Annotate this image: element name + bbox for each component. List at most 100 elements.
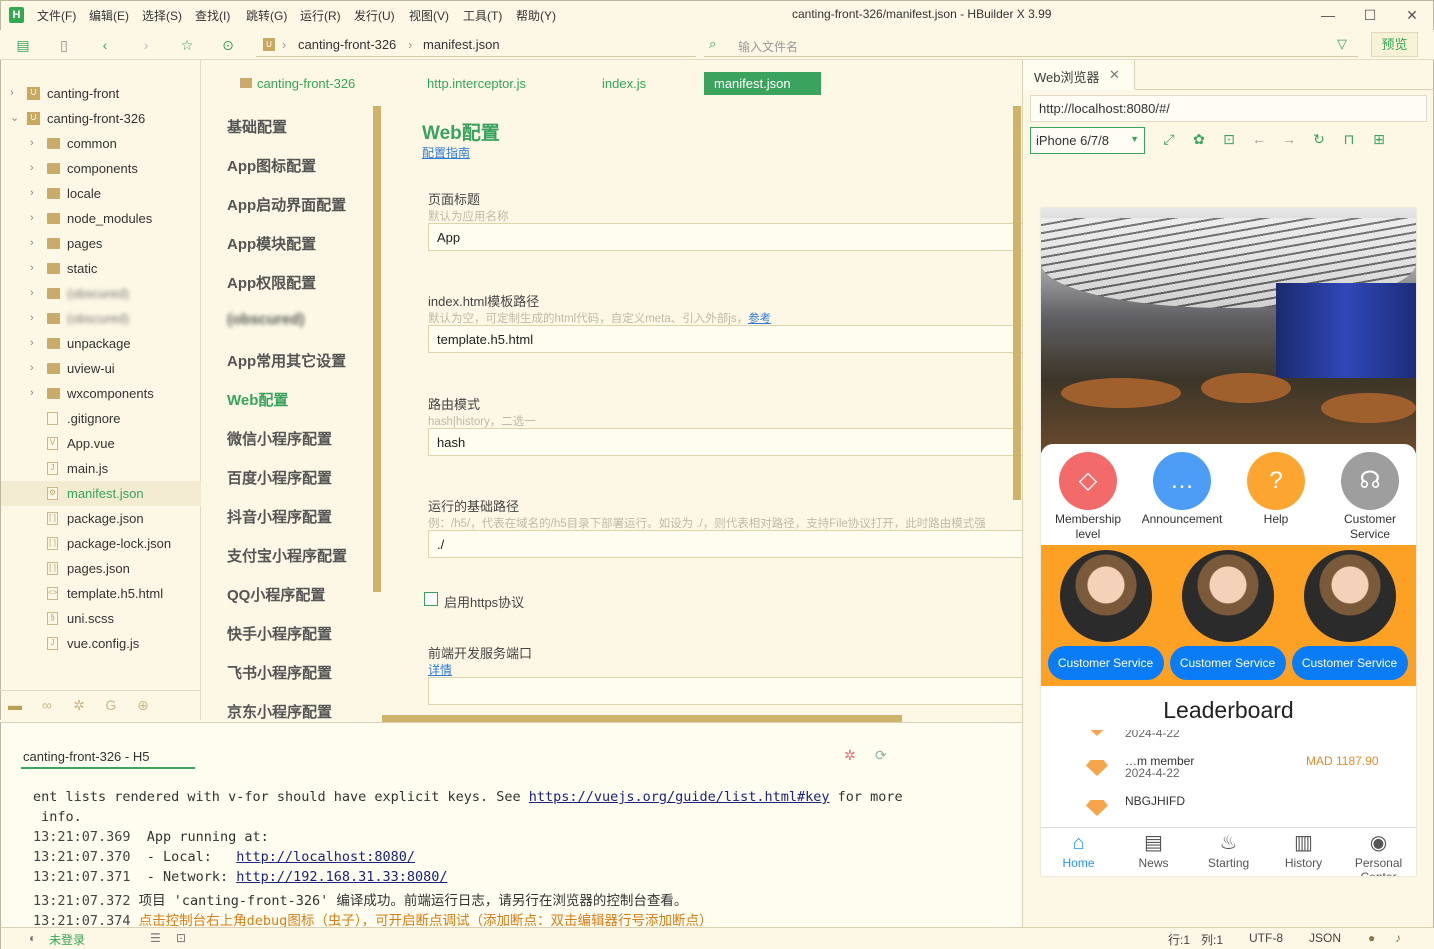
customer-service-button[interactable]: Customer Service (1291, 646, 1408, 680)
tree-item[interactable]: § uni.scss (1, 606, 201, 631)
quick-action-announcement[interactable]: … Announcement (1135, 452, 1229, 527)
forward-icon[interactable]: › (137, 36, 155, 54)
tab-http-interceptor[interactable]: http.interceptor.js (417, 72, 536, 95)
leaderboard-row[interactable]: NBGJHIFD (1041, 788, 1416, 827)
run-icon[interactable]: ⊙ (219, 36, 237, 54)
tree-item[interactable]: › pages (1, 231, 201, 256)
debug-bug-icon[interactable]: ✲ (844, 747, 856, 764)
tab-index-js[interactable]: index.js (592, 72, 656, 95)
config-nav-item[interactable]: 支付宝小程序配置 (227, 545, 347, 566)
browser-url-input[interactable]: http://localhost:8080/#/ (1030, 95, 1427, 122)
tree-item[interactable]: Jvue.config.js (1, 631, 201, 656)
tree-item[interactable]: .gitignore (1, 406, 201, 431)
encoding[interactable]: UTF-8 (1249, 931, 1283, 945)
breadcrumb-file[interactable]: manifest.json (423, 37, 500, 52)
console-link[interactable]: https://vuejs.org/guide/list.html#key (529, 789, 830, 805)
tab-news[interactable]: ▤ News (1116, 830, 1191, 870)
tab-project-folder[interactable]: canting-front-326 (230, 72, 365, 95)
quick-action-help[interactable]: ? Help (1229, 452, 1323, 527)
leaderboard-row[interactable]: …m member 2024-4-22 MAD 1187.90 (1041, 748, 1416, 788)
config-nav-scrollbar[interactable] (373, 106, 381, 592)
chevron-icon[interactable]: › (30, 131, 40, 156)
tree-item[interactable]: › Ucanting-front (1, 81, 201, 106)
plugin-globe-icon[interactable]: ⊕ (134, 697, 152, 715)
chevron-icon[interactable]: › (30, 206, 40, 231)
tree-item[interactable]: [ ] package.json (1, 506, 201, 531)
unlock-icon[interactable]: ⊓ (1340, 131, 1358, 149)
chevron-icon[interactable]: › (30, 256, 40, 281)
chevron-icon[interactable]: › (30, 381, 40, 406)
template-path-input[interactable]: template.h5.html (428, 325, 1022, 353)
git-icon[interactable]: G (102, 697, 120, 715)
maximize-button[interactable]: ☐ (1358, 4, 1382, 26)
menu-help[interactable]: 帮助(Y) (516, 7, 556, 24)
chevron-icon[interactable]: › (30, 356, 40, 381)
chevron-icon[interactable]: › (30, 156, 40, 181)
config-nav-item[interactable]: App图标配置 (227, 155, 316, 176)
quick-action-membership-level[interactable]: ◇ Membership level (1041, 452, 1135, 542)
tree-item[interactable]: V App.vue (1, 431, 201, 456)
config-nav-item[interactable]: App启动界面配置 (227, 194, 346, 215)
chevron-icon[interactable]: › (30, 331, 40, 356)
config-guide-link[interactable]: 配置指南 (422, 144, 470, 161)
tree-item[interactable]: › wxcomponents (1, 381, 201, 406)
tree-item[interactable]: ⚙ manifest.json (1, 481, 201, 506)
tab-home[interactable]: ⌂ Home (1041, 830, 1116, 870)
form-vertical-scrollbar[interactable] (1013, 106, 1021, 500)
tree-item[interactable]: [ ] pages.json (1, 556, 201, 581)
menu-find[interactable]: 查找(I) (195, 7, 230, 24)
chevron-icon[interactable]: ⌄ (10, 106, 20, 131)
rotate-screen-icon[interactable]: ⤢ (1160, 131, 1178, 149)
config-nav-item[interactable]: App常用其它设置 (227, 350, 346, 371)
tree-item[interactable]: › unpackage (1, 331, 201, 356)
menu-publish[interactable]: 发行(U) (354, 7, 395, 24)
chevron-icon[interactable]: › (30, 281, 40, 306)
menu-view[interactable]: 视图(V) (409, 7, 449, 24)
menu-select[interactable]: 选择(S) (142, 7, 182, 24)
page-title-input[interactable]: App (428, 223, 1022, 251)
back-arrow-icon[interactable]: ← (1250, 131, 1268, 149)
search-binoculars-icon[interactable]: ∞ (38, 697, 56, 715)
filter-icon[interactable]: ▽ (1337, 36, 1347, 52)
tree-item[interactable]: Jmain.js (1, 456, 201, 481)
file-search-input[interactable]: ⌕ 输入文件名 ▽ (704, 33, 1358, 57)
leaderboard-list[interactable]: 2024-4-22 …m member 2024-4-22 MAD 1187.90 NB… (1041, 730, 1416, 827)
notification-bell-icon[interactable]: ♪ (1395, 931, 1401, 945)
settings-gear-icon[interactable]: ✿ (1190, 131, 1208, 149)
tab-history[interactable]: ▥ History (1266, 830, 1341, 870)
config-nav-item[interactable]: 京东小程序配置 (227, 701, 332, 722)
tree-item[interactable]: › uview-ui (1, 356, 201, 381)
https-checkbox-label[interactable]: 启用https协议 (444, 592, 524, 611)
tree-item[interactable]: › components (1, 156, 201, 181)
chevron-icon[interactable]: › (30, 181, 40, 206)
details-link[interactable]: 详情 (428, 661, 452, 678)
config-nav-item[interactable]: 基础配置 (227, 116, 287, 137)
device-select[interactable]: iPhone 6/7/8 ▼ (1030, 127, 1145, 154)
leaderboard-row[interactable]: 2024-4-22 (1041, 730, 1416, 748)
save-icon[interactable]: ▯ (55, 36, 73, 54)
config-nav-item[interactable]: 飞书小程序配置 (227, 662, 332, 683)
tab-starting[interactable]: ♨ Starting (1191, 830, 1266, 870)
chevron-icon[interactable]: › (30, 306, 40, 331)
console-tab[interactable]: canting-front-326 - H5 (23, 749, 149, 764)
config-nav-item[interactable]: Web配置 (227, 389, 288, 410)
refresh-icon[interactable]: ↻ (1310, 131, 1328, 149)
menu-edit[interactable]: 编辑(E) (89, 7, 129, 24)
preview-button[interactable]: 预览 (1371, 32, 1418, 57)
config-nav-item[interactable]: 百度小程序配置 (227, 467, 332, 488)
tree-item[interactable]: › (obscured) (1, 281, 201, 306)
reference-link[interactable]: 参考 (748, 313, 771, 325)
console-link[interactable]: http://localhost:8080/ (236, 849, 415, 865)
base-path-input[interactable]: ./ (428, 530, 1022, 558)
login-status[interactable]: 未登录 (49, 931, 85, 948)
config-nav-item[interactable]: (obscured) (227, 311, 305, 328)
qr-code-icon[interactable]: ⊞ (1370, 131, 1388, 149)
menu-goto[interactable]: 跳转(G) (246, 7, 287, 24)
customer-service-button[interactable]: Customer Service (1169, 646, 1286, 680)
outline-icon[interactable]: ☰ (150, 931, 161, 945)
tree-item[interactable]: › static (1, 256, 201, 281)
tree-item[interactable]: › (obscured) (1, 306, 201, 331)
console-link[interactable]: http://192.168.31.33:8080/ (236, 869, 447, 885)
menu-file[interactable]: 文件(F) (37, 7, 76, 24)
update-download-icon[interactable]: ● (1368, 931, 1375, 945)
